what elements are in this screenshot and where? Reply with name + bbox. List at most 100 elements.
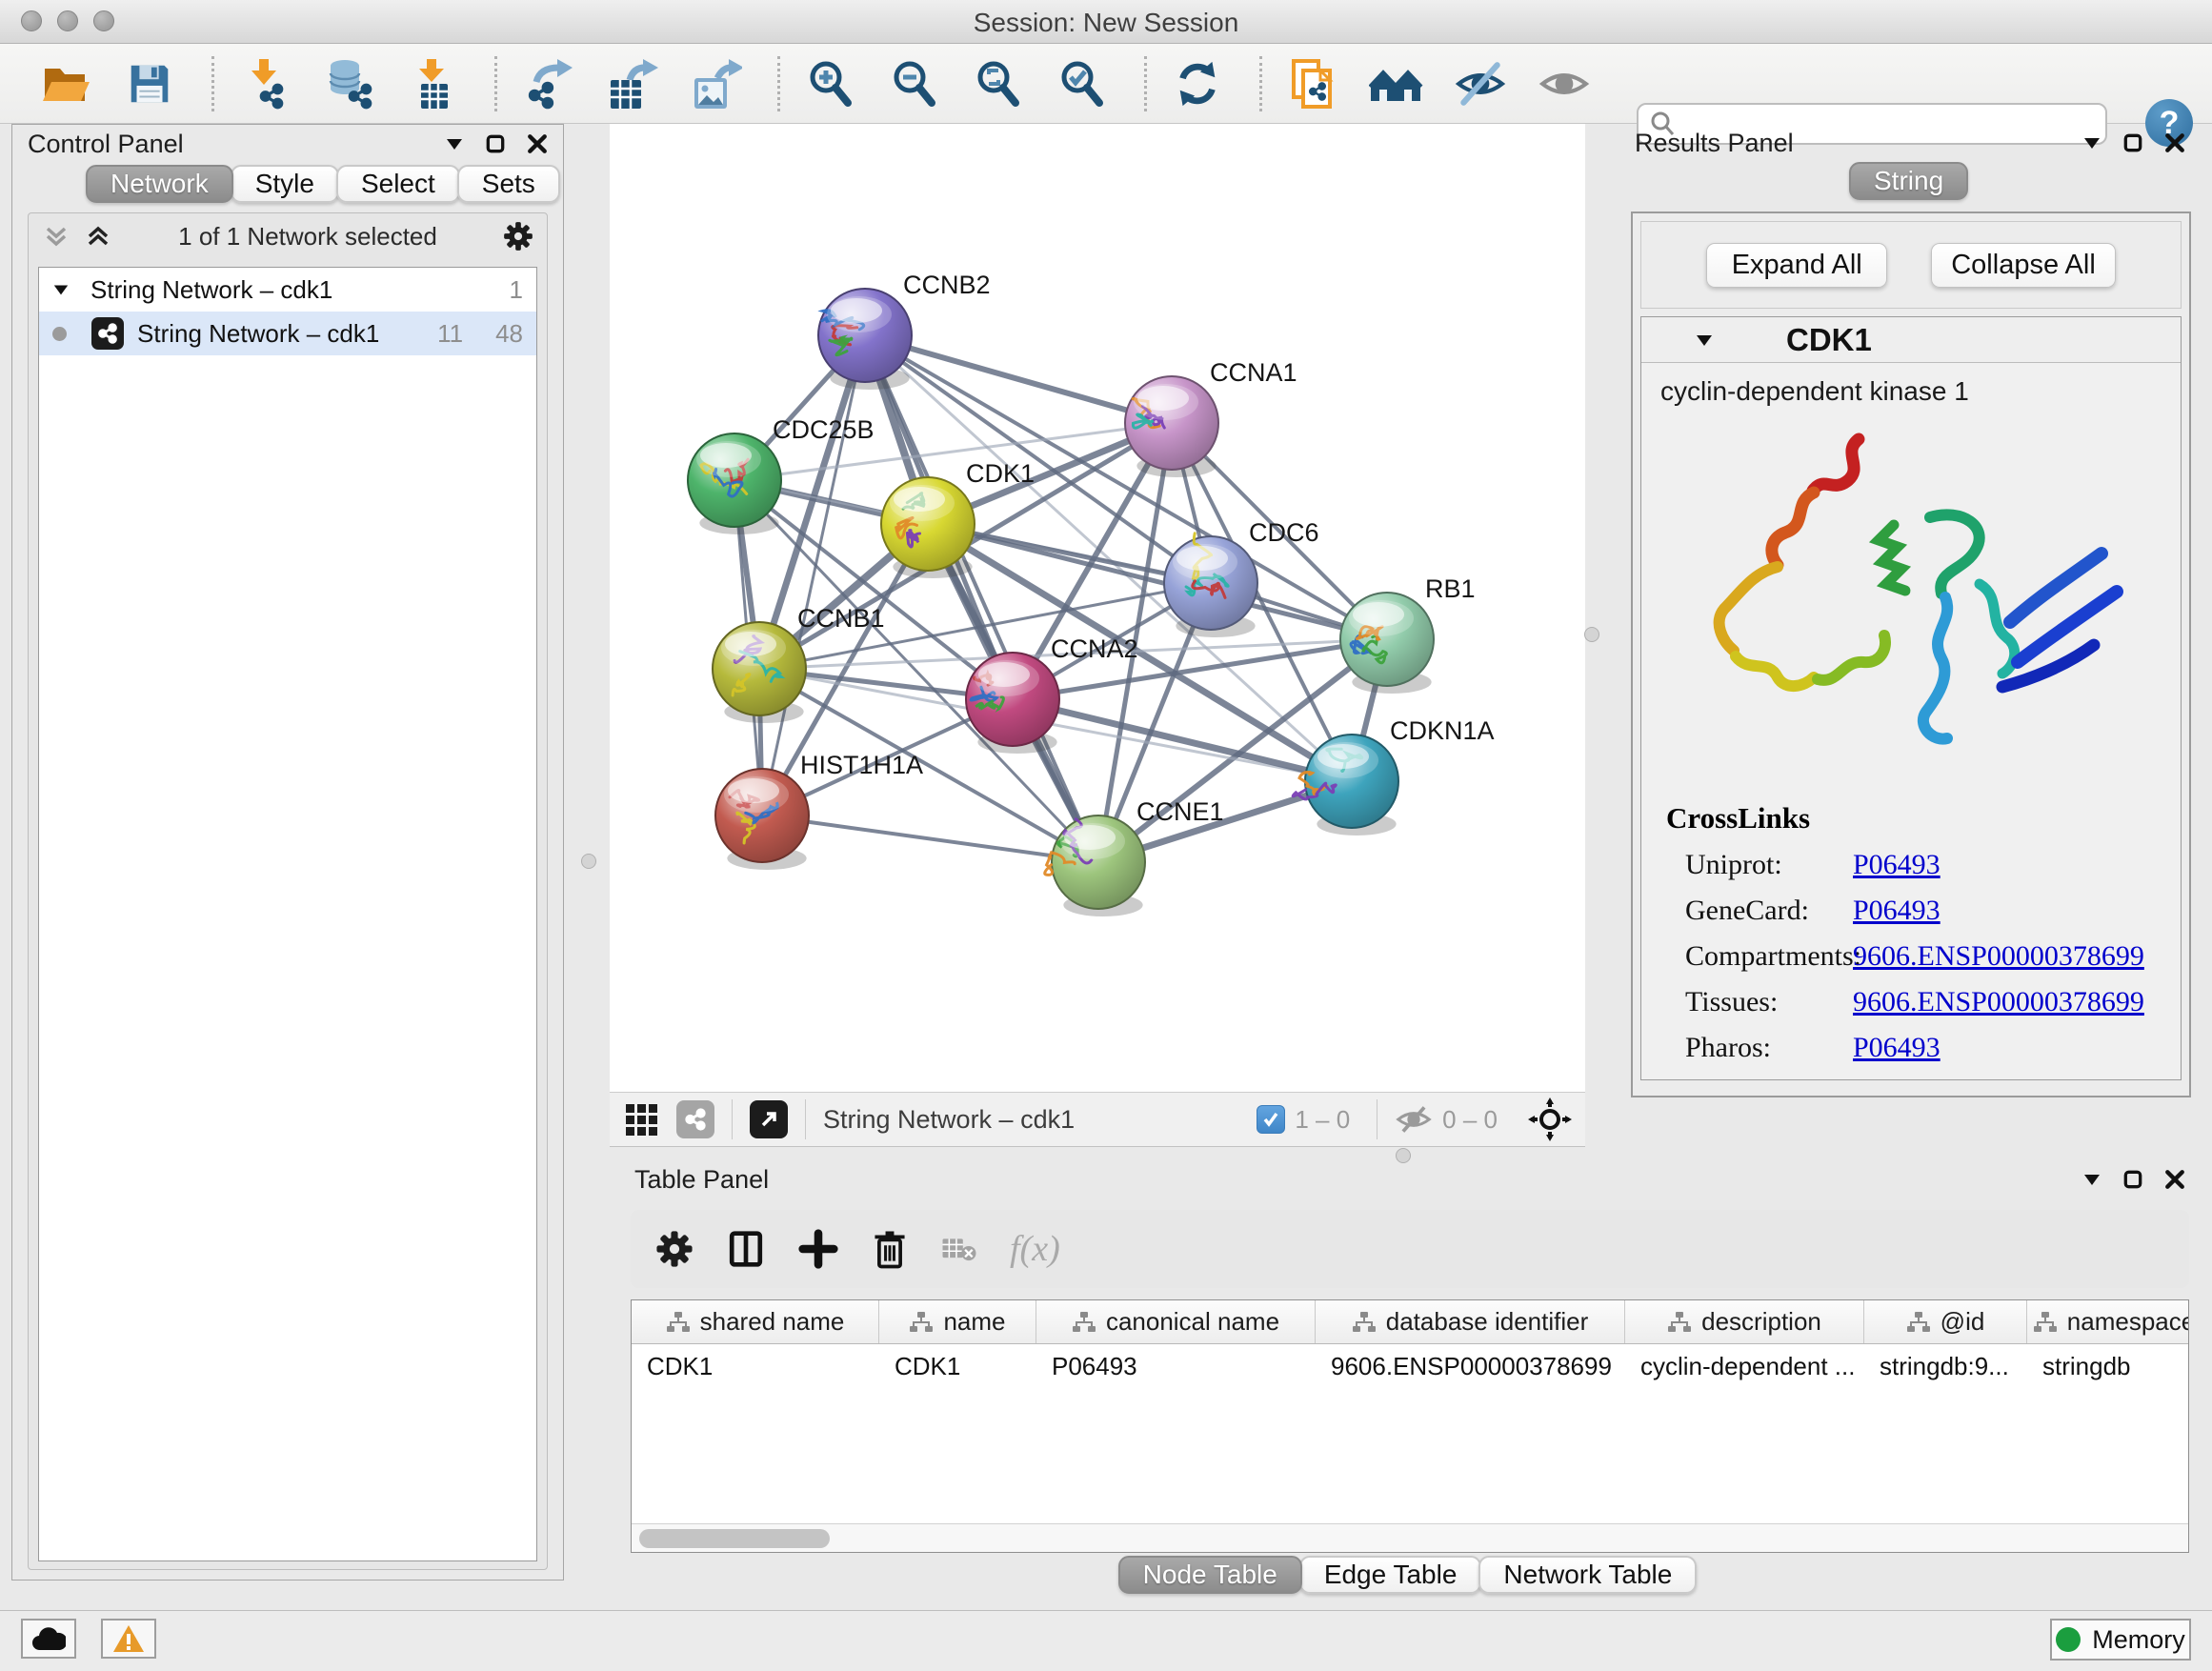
table-cell[interactable]: cyclin-dependent ...: [1625, 1344, 1864, 1388]
table-row[interactable]: CDK1CDK1P064939606.ENSP00000378699cyclin…: [632, 1344, 2188, 1388]
tree-expand-icon[interactable]: [52, 281, 70, 298]
crosslink-link[interactable]: P06493: [1853, 1032, 1941, 1064]
crosslink-link[interactable]: 9606.ENSP00000378699: [1853, 940, 2144, 973]
tab-network[interactable]: Network: [86, 165, 233, 203]
column-header-description[interactable]: description: [1625, 1300, 1864, 1343]
left-splitter-handle[interactable]: [581, 854, 596, 869]
birds-eye-view-icon[interactable]: [623, 1101, 659, 1137]
table-options-gear-icon[interactable]: [655, 1230, 694, 1268]
expand-all-networks-icon[interactable]: [84, 223, 112, 250]
memory-status-button[interactable]: Memory: [2050, 1619, 2191, 1661]
fit-content-crosshair-icon[interactable]: [1528, 1097, 1572, 1141]
float-panel-icon[interactable]: [485, 133, 506, 154]
import-network-file-button[interactable]: [235, 54, 294, 113]
collapse-all-button[interactable]: Collapse All: [1931, 243, 2116, 288]
network-status-dot: [52, 327, 67, 341]
delete-column-trash-icon[interactable]: [871, 1228, 909, 1270]
right-splitter-handle[interactable]: [1584, 627, 1599, 642]
collapse-all-networks-icon[interactable]: [42, 223, 70, 250]
network-options-gear-icon[interactable]: [503, 221, 533, 252]
collapse-panel-icon[interactable]: [2082, 1170, 2101, 1189]
tab-select[interactable]: Select: [336, 165, 460, 203]
tab-sets[interactable]: Sets: [457, 165, 560, 203]
close-panel-icon[interactable]: [2164, 132, 2185, 153]
close-panel-icon[interactable]: [2164, 1169, 2185, 1190]
table-cell[interactable]: stringdb: [2027, 1344, 2189, 1388]
table-horizontal-scrollbar[interactable]: [632, 1523, 2188, 1552]
cdk1-result-section: CDK1 cyclin-dependent kinase 1: [1640, 316, 2182, 1080]
cloud-status-button[interactable]: [21, 1619, 76, 1659]
protein-network-graph[interactable]: CCNB2CCNA1CDC25BCDK1CDC6RB1CCNB1CCNA2CDK…: [610, 124, 1585, 1092]
add-column-icon[interactable]: [798, 1229, 838, 1269]
tab-network-table[interactable]: Network Table: [1478, 1556, 1697, 1594]
network-node-HIST1H1A[interactable]: HIST1H1A: [715, 751, 923, 870]
network-node-CDC6[interactable]: CDC6: [1164, 518, 1319, 637]
network-badge-icon[interactable]: [676, 1100, 714, 1138]
export-network-button[interactable]: [518, 54, 577, 113]
edge-HIST1H1A-CCNE1[interactable]: [762, 815, 1098, 862]
import-network-database-button[interactable]: [319, 54, 378, 113]
network-node-RB1[interactable]: RB1: [1340, 574, 1476, 694]
float-panel-icon[interactable]: [2122, 1169, 2143, 1190]
open-session-button[interactable]: [36, 54, 95, 113]
toolbar-separator: [1144, 56, 1147, 111]
edge-CCNB2-HIST1H1A[interactable]: [762, 335, 865, 815]
network-node-CDKN1A[interactable]: CDKN1A: [1293, 716, 1494, 836]
show-all-button[interactable]: [1535, 54, 1594, 113]
table-cell[interactable]: CDK1: [879, 1344, 1036, 1388]
open-in-new-window-icon[interactable]: [750, 1100, 788, 1138]
tab-node-table[interactable]: Node Table: [1118, 1556, 1302, 1594]
column-header-canonical-name[interactable]: canonical name: [1036, 1300, 1316, 1343]
gene-section-header[interactable]: CDK1: [1641, 317, 2181, 363]
network-view-canvas[interactable]: CCNB2CCNA1CDC25BCDK1CDC6RB1CCNB1CCNA2CDK…: [610, 124, 1585, 1092]
network-node-CCNA1[interactable]: CCNA1: [1125, 358, 1297, 477]
tab-edge-table[interactable]: Edge Table: [1299, 1556, 1482, 1594]
network-icon: [91, 317, 124, 350]
column-header-shared-name[interactable]: shared name: [632, 1300, 879, 1343]
hide-selected-button[interactable]: [1451, 54, 1510, 113]
collapse-panel-icon[interactable]: [2082, 133, 2101, 152]
function-builder-icon[interactable]: f(x): [1010, 1228, 1060, 1270]
section-collapse-icon[interactable]: [1695, 331, 1714, 350]
warnings-button[interactable]: [101, 1619, 156, 1659]
network-row[interactable]: String Network – cdk1 11 48: [39, 312, 536, 355]
delete-table-icon[interactable]: [941, 1233, 977, 1265]
table-cell[interactable]: CDK1: [632, 1344, 879, 1388]
close-panel-icon[interactable]: [527, 133, 548, 154]
export-image-button[interactable]: [686, 54, 745, 113]
table-cell[interactable]: stringdb:9...: [1864, 1344, 2027, 1388]
edge-CCNB2-CCNE1[interactable]: [865, 335, 1098, 862]
clone-network-button[interactable]: [1283, 54, 1342, 113]
zoom-selected-button[interactable]: [1053, 54, 1112, 113]
network-collection-row[interactable]: String Network – cdk1 1: [39, 268, 536, 312]
refresh-view-button[interactable]: [1168, 54, 1227, 113]
node-label-CDC6: CDC6: [1249, 518, 1319, 547]
column-header-name[interactable]: name: [879, 1300, 1036, 1343]
scrollbar-thumb[interactable]: [639, 1529, 830, 1548]
column-header-namespace[interactable]: namespace: [2027, 1300, 2189, 1343]
import-table-file-button[interactable]: [403, 54, 462, 113]
string-query-button[interactable]: [1367, 54, 1426, 113]
expand-all-button[interactable]: Expand All: [1706, 243, 1887, 288]
column-header-database-identifier[interactable]: database identifier: [1316, 1300, 1625, 1343]
tab-style[interactable]: Style: [231, 165, 339, 203]
show-columns-icon[interactable]: [726, 1228, 766, 1270]
crosslink-link[interactable]: 9606.ENSP00000378699: [1853, 986, 2144, 1018]
zoom-in-button[interactable]: [801, 54, 860, 113]
column-header-at-id[interactable]: @id: [1864, 1300, 2027, 1343]
crosslink-link[interactable]: P06493: [1853, 895, 1941, 927]
edge-CCNA2-CDKN1A[interactable]: [1013, 699, 1352, 781]
zoom-out-button[interactable]: [885, 54, 944, 113]
collapse-panel-icon[interactable]: [445, 134, 464, 153]
crosslink-link[interactable]: P06493: [1853, 849, 1941, 881]
float-panel-icon[interactable]: [2122, 132, 2143, 153]
selected-items-checkbox[interactable]: [1257, 1105, 1285, 1134]
save-session-button[interactable]: [120, 54, 179, 113]
tab-string[interactable]: String: [1849, 162, 1968, 200]
zoom-fit-button[interactable]: [969, 54, 1028, 113]
table-cell[interactable]: P06493: [1036, 1344, 1316, 1388]
export-table-button[interactable]: [602, 54, 661, 113]
table-cell[interactable]: 9606.ENSP00000378699: [1316, 1344, 1625, 1388]
crosslink-label: Uniprot:: [1685, 849, 1853, 881]
network-tab-content: 1 of 1 Network selected String Network –…: [28, 212, 548, 1570]
